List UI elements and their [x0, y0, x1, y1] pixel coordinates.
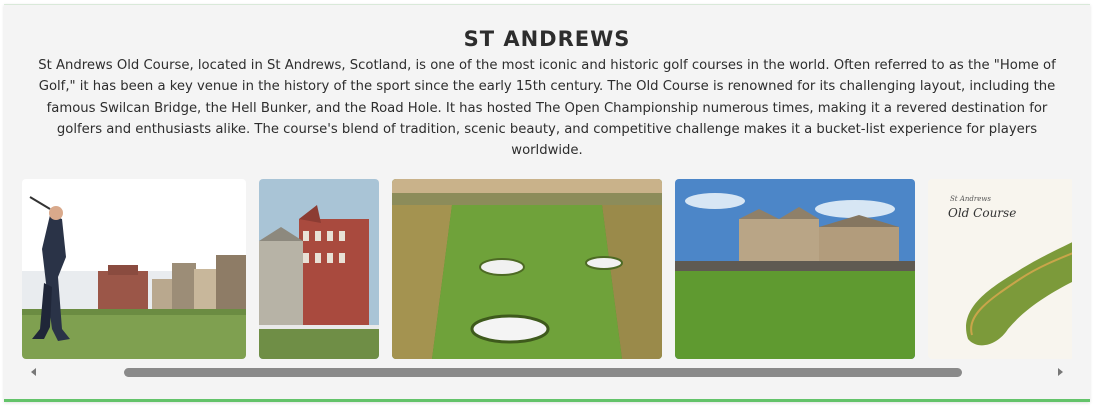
- map-caption-line1: St Andrews: [950, 195, 991, 203]
- section-description: St Andrews Old Course, located in St And…: [38, 58, 1056, 159]
- gallery-scrollbar[interactable]: [22, 364, 1072, 380]
- image-gallery[interactable]: St Andrews Old Course: [22, 179, 1072, 359]
- scrollbar-thumb[interactable]: [124, 368, 962, 377]
- scroll-left-arrow-icon[interactable]: [26, 364, 42, 380]
- gallery-image-course-map[interactable]: St Andrews Old Course: [928, 179, 1072, 359]
- gallery-image-fairway-bunkers[interactable]: [392, 179, 662, 359]
- map-caption-line2: Old Course: [948, 206, 1016, 220]
- section-title: ST ANDREWS: [463, 27, 631, 51]
- gallery-image-clubhouse[interactable]: [675, 179, 915, 359]
- gallery-image-golfer-swing[interactable]: [22, 179, 246, 359]
- scroll-right-arrow-icon[interactable]: [1052, 364, 1068, 380]
- gallery-image-town-buildings[interactable]: [259, 179, 379, 359]
